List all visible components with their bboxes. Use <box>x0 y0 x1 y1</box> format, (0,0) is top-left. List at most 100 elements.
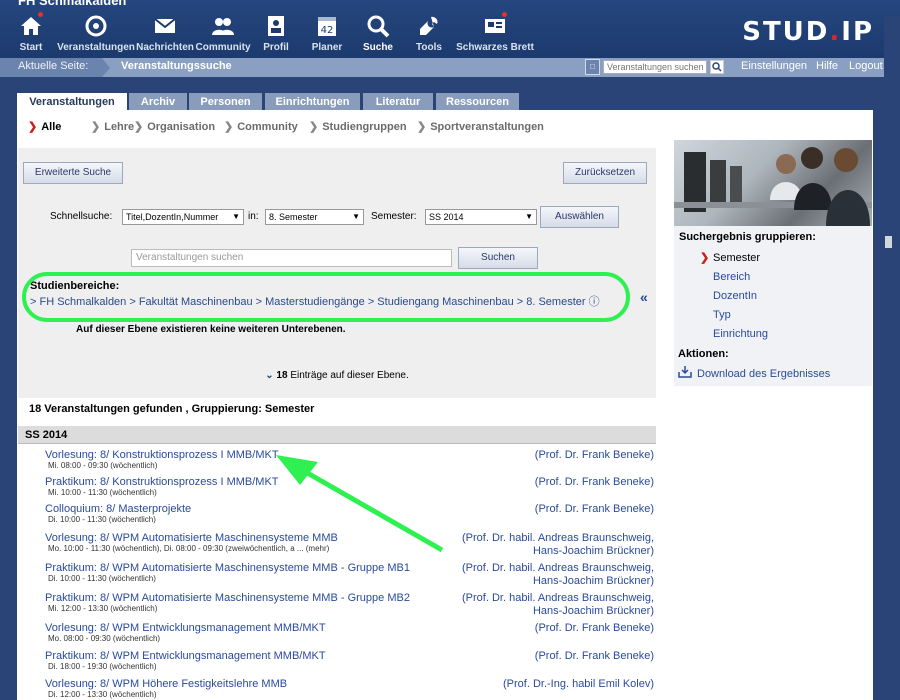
settings-link[interactable]: Einstellungen <box>741 60 807 72</box>
course-link[interactable]: Vorlesung: 8/ WPM Entwicklungsmanagement… <box>45 622 326 634</box>
course-link[interactable]: Vorlesung: 8/ WPM Automatisierte Maschin… <box>45 532 338 544</box>
course-lecturer[interactable]: (Prof. Dr. habil. Andreas Braunschweig, H… <box>462 562 654 588</box>
location-bar: Aktuelle Seite: Veranstaltungssuche □ Ei… <box>0 58 900 77</box>
course-search-input[interactable]: Veranstaltungen suchen <box>131 249 452 267</box>
course-time: Di. 10:00 - 11:30 (wöchentlich) <box>48 515 156 524</box>
wrench-icon <box>416 14 442 38</box>
course-link[interactable]: Praktikum: 8/ WPM Entwicklungsmanagement… <box>45 650 326 662</box>
course-lecturer[interactable]: (Prof. Dr. Frank Beneke) <box>535 503 654 516</box>
select-button[interactable]: Auswählen <box>540 206 619 228</box>
tab-literatur[interactable]: Literatur <box>363 93 433 111</box>
semester-group-header: SS 2014 <box>18 426 656 444</box>
download-results-link[interactable]: Download des Ergebnisses <box>697 368 830 380</box>
extended-search-button[interactable]: Erweiterte Suche <box>23 162 123 184</box>
header-search-button[interactable] <box>710 60 724 74</box>
group-by-typ[interactable]: Typ <box>713 309 731 321</box>
nav-veranstaltungen[interactable]: Veranstaltungen <box>56 14 136 53</box>
course-link[interactable]: Praktikum: 8/ Konstruktionsprozess I MMB… <box>45 476 279 488</box>
subnav-organisation[interactable]: ❯ Organisation <box>134 120 215 133</box>
chevron-down-icon: ⌄ <box>265 370 274 381</box>
quick-search-label: Schnellsuche: <box>50 211 113 222</box>
community-icon <box>210 14 236 38</box>
double-chevron-left-icon[interactable]: « <box>640 289 648 305</box>
course-lecturer[interactable]: (Prof. Dr. Frank Beneke) <box>535 449 654 462</box>
group-by-dozentin[interactable]: DozentIn <box>713 290 757 302</box>
download-icon[interactable] <box>678 366 692 378</box>
course-lecturer[interactable]: (Prof. Dr. habil. Andreas Braunschweig, H… <box>462 592 654 618</box>
chevron-right-icon: ❯ <box>700 252 710 264</box>
group-by-semester[interactable]: ❯ Semester <box>700 252 760 264</box>
sidebar-photo <box>674 140 872 226</box>
chevron-right-icon: ❯ <box>224 121 234 133</box>
course-link[interactable]: Colloquium: 8/ Masterprojekte <box>45 503 191 515</box>
entries-text: Einträge auf dieser Ebene. <box>290 370 409 381</box>
chevron-right-icon: ❯ <box>91 121 101 133</box>
nav-schwarzes-brett[interactable]: Schwarzes Brett <box>455 12 535 53</box>
svg-text:42: 42 <box>321 25 334 36</box>
course-link[interactable]: Vorlesung: 8/ Konstruktionsprozess I MMB… <box>45 449 279 461</box>
courses-icon <box>83 14 109 38</box>
in-label: in: <box>248 211 259 222</box>
course-lecturer[interactable]: (Prof. Dr. Frank Beneke) <box>535 622 654 635</box>
course-time: Mi. 10:00 - 11:30 (wöchentlich) <box>48 488 157 497</box>
tab-ressourcen[interactable]: Ressourcen <box>436 93 519 111</box>
current-page-label: Aktuelle Seite: <box>0 58 102 77</box>
search-icon <box>712 62 722 72</box>
profile-icon <box>263 14 289 38</box>
quick-search-select[interactable]: Titel,DozentIn,Nummer ▼ <box>122 209 244 225</box>
subnav-lehre[interactable]: ❯ Lehre <box>91 120 134 133</box>
semester-label: Semester: <box>371 211 417 222</box>
course-lecturer[interactable]: (Prof. Dr. habil. Andreas Braunschweig, H… <box>462 532 654 558</box>
subnav-alle[interactable]: ❯ Alle <box>28 120 61 133</box>
logout-link[interactable]: Logout <box>849 60 883 72</box>
course-time: Mo. 08:00 - 09:30 (wöchentlich) <box>48 634 161 643</box>
scrollbar-thumb[interactable] <box>885 236 892 248</box>
course-time: Mo. 10:00 - 11:30 (wöchentlich), Di. 08:… <box>48 544 330 553</box>
chevron-down-icon: ❯ <box>28 121 38 133</box>
scrollbar[interactable] <box>884 16 900 700</box>
help-link[interactable]: Hilfe <box>816 60 838 72</box>
results-summary: 18 Veranstaltungen gefunden , Gruppierun… <box>29 403 315 415</box>
course-link[interactable]: Praktikum: 8/ WPM Automatisierte Maschin… <box>45 562 410 574</box>
site-name: FH Schmalkalden <box>18 0 127 8</box>
chevron-right-icon: ❯ <box>134 121 144 133</box>
tab-einrichtungen[interactable]: Einrichtungen <box>265 93 360 111</box>
nav-label: Veranstaltungen <box>57 42 135 53</box>
group-results-heading: Suchergebnis gruppieren: <box>679 231 816 243</box>
header-search-input[interactable] <box>603 60 707 74</box>
course-time: Mi. 08:00 - 09:30 (wöchentlich) <box>48 461 158 470</box>
reset-button[interactable]: Zurücksetzen <box>563 162 647 184</box>
semester-select[interactable]: SS 2014 ▼ <box>425 209 537 225</box>
course-time: Di. 10:00 - 11:30 (wöchentlich) <box>48 574 156 583</box>
search-icon <box>365 14 391 38</box>
search-options-box[interactable]: □ <box>585 59 600 75</box>
course-time: Mi. 12:00 - 13:30 (wöchentlich) <box>48 604 158 613</box>
calendar-icon: 42 <box>314 14 340 38</box>
group-by-bereich[interactable]: Bereich <box>713 271 750 283</box>
course-time: Di. 18:00 - 19:30 (wöchentlich) <box>48 662 157 671</box>
location-arrow <box>102 58 110 77</box>
course-link[interactable]: Praktikum: 8/ WPM Automatisierte Maschin… <box>45 592 410 604</box>
course-link[interactable]: Vorlesung: 8/ WPM Höhere Festigkeitslehr… <box>45 678 287 690</box>
mail-icon <box>152 14 178 38</box>
subnav-studiengruppen[interactable]: ❯ Studiengruppen <box>309 120 407 133</box>
scope-select[interactable]: 8. Semester ▼ <box>265 209 364 225</box>
tab-personen[interactable]: Personen <box>189 93 262 111</box>
course-lecturer[interactable]: (Prof. Dr.-Ing. habil Emil Kolev) <box>503 678 654 691</box>
search-button[interactable]: Suchen <box>458 247 538 269</box>
group-by-einrichtung[interactable]: Einrichtung <box>713 328 768 340</box>
actions-heading: Aktionen: <box>678 348 729 360</box>
nav-label: Schwarzes Brett <box>456 42 534 53</box>
chevron-right-icon: ❯ <box>309 121 319 133</box>
tab-archiv[interactable]: Archiv <box>129 93 187 111</box>
subnav-sportveranstaltungen[interactable]: ❯ Sportveranstaltungen <box>417 120 544 133</box>
course-lecturer[interactable]: (Prof. Dr. Frank Beneke) <box>535 650 654 663</box>
no-sublevels-message: Auf dieser Ebene existieren keine weiter… <box>76 324 346 335</box>
entries-bar[interactable]: ⌄ 18 Einträge auf dieser Ebene. <box>18 358 656 398</box>
chevron-right-icon: ❯ <box>417 121 427 133</box>
studip-logo[interactable]: STUD.IP <box>742 17 874 47</box>
course-lecturer[interactable]: (Prof. Dr. Frank Beneke) <box>535 476 654 489</box>
dropdown-arrow-icon: ▼ <box>352 212 360 221</box>
subnav-community[interactable]: ❯ Community <box>224 120 298 133</box>
top-navigation-bar: FH Schmalkalden Start Veranstaltungen Na… <box>0 0 900 58</box>
